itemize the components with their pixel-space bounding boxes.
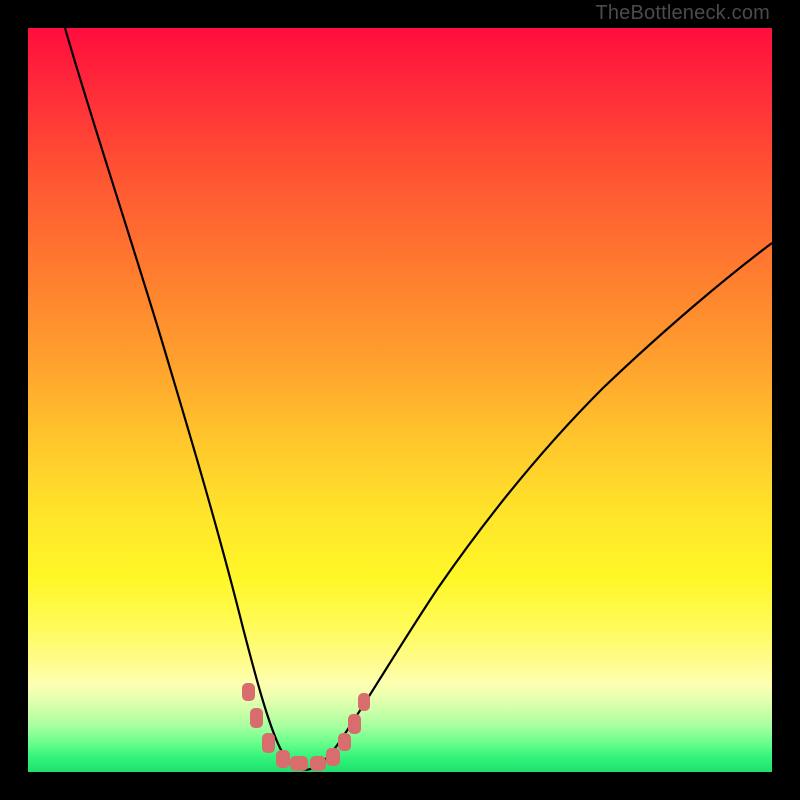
bottleneck-curve bbox=[65, 28, 772, 770]
chart-frame: TheBottleneck.com bbox=[0, 0, 800, 800]
watermark-text: TheBottleneck.com bbox=[595, 2, 770, 25]
chart-svg bbox=[28, 28, 772, 772]
plot-area bbox=[28, 28, 772, 772]
